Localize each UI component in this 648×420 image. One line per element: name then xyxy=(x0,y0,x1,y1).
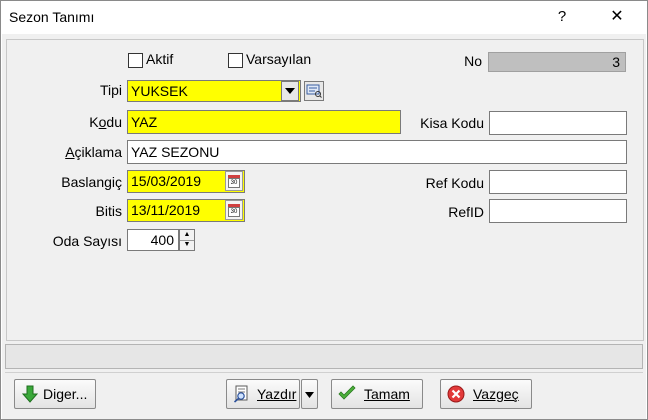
diger-button[interactable]: Diger... xyxy=(14,379,96,409)
oda-sayisi-label: Oda Sayısı xyxy=(52,233,122,249)
dialog-client-area: Aktif Varsayılan No 3 Tipi YUKSEK Kodu Y… xyxy=(2,34,646,419)
form-panel: Aktif Varsayılan No 3 Tipi YUKSEK Kodu Y… xyxy=(6,39,644,341)
aktif-checkbox[interactable] xyxy=(128,53,143,68)
tipi-label: Tipi xyxy=(99,82,122,98)
yazdir-dropdown-button[interactable] xyxy=(301,379,318,409)
tipi-value: YUKSEK xyxy=(131,83,188,99)
varsayilan-checkbox[interactable] xyxy=(228,53,243,68)
bitis-date-input[interactable]: 13/11/2019 30 xyxy=(127,199,245,222)
aktif-label: Aktif xyxy=(146,51,174,67)
kisa-kodu-input[interactable] xyxy=(489,111,627,135)
baslangic-value: 15/03/2019 xyxy=(131,173,202,189)
check-icon xyxy=(338,385,356,400)
close-button[interactable]: ✕ xyxy=(597,3,637,31)
bitis-calendar-button[interactable]: 30 xyxy=(225,200,243,220)
kisa-kodu-label: Kisa Kodu xyxy=(420,115,484,131)
tipi-lookup-button[interactable] xyxy=(304,81,324,101)
oda-sayisi-spinner[interactable]: ▲ ▼ xyxy=(179,229,195,251)
vazgec-button-label: Vazgeç xyxy=(473,386,519,402)
kodu-input[interactable]: YAZ xyxy=(127,110,401,134)
tamam-button[interactable]: Tamam xyxy=(331,379,423,409)
tipi-dropdown-button[interactable] xyxy=(281,81,299,101)
baslangic-date-input[interactable]: 15/03/2019 30 xyxy=(127,170,245,193)
vazgec-button[interactable]: Vazgeç xyxy=(440,379,532,409)
baslangic-label: Baslangiç xyxy=(61,174,122,190)
arrow-down-icon xyxy=(21,385,39,403)
yazdir-button[interactable]: Yazdır xyxy=(226,379,300,409)
spin-down-icon[interactable]: ▼ xyxy=(180,240,194,250)
divider xyxy=(5,372,643,373)
ref-kodu-label: Ref Kodu xyxy=(425,175,484,191)
tipi-select[interactable]: YUKSEK xyxy=(127,80,301,102)
chevron-down-icon xyxy=(305,392,314,398)
diger-button-label: Diger... xyxy=(43,386,88,402)
kodu-label: Kodu xyxy=(89,114,122,130)
ref-kodu-input[interactable] xyxy=(489,170,627,194)
print-preview-icon xyxy=(233,385,248,403)
lookup-icon xyxy=(306,84,322,98)
aciklama-label: Açiklama xyxy=(65,144,122,160)
window-title: Sezon Tanımı xyxy=(9,9,95,25)
ref-id-input[interactable] xyxy=(489,199,627,223)
title-bar: Sezon Tanımı ? ✕ xyxy=(1,1,647,34)
status-bar xyxy=(5,344,643,369)
bitis-label: Bitis xyxy=(95,203,122,219)
varsayilan-label: Varsayılan xyxy=(246,51,312,67)
tamam-button-label: Tamam xyxy=(364,386,410,402)
dialog-window: Sezon Tanımı ? ✕ Aktif Varsayılan No 3 T… xyxy=(0,0,648,420)
bitis-value: 13/11/2019 xyxy=(131,202,201,218)
oda-sayisi-input[interactable]: 400 xyxy=(127,229,179,251)
help-button[interactable]: ? xyxy=(549,3,575,31)
yazdir-button-label: Yazdır xyxy=(257,386,297,402)
chevron-down-icon xyxy=(285,88,295,94)
cancel-icon xyxy=(447,385,465,403)
ref-id-label: RefID xyxy=(448,204,484,220)
no-field: 3 xyxy=(488,52,626,72)
aciklama-input[interactable]: YAZ SEZONU xyxy=(127,140,627,164)
no-label: No xyxy=(464,53,482,69)
baslangic-calendar-button[interactable]: 30 xyxy=(225,171,243,191)
